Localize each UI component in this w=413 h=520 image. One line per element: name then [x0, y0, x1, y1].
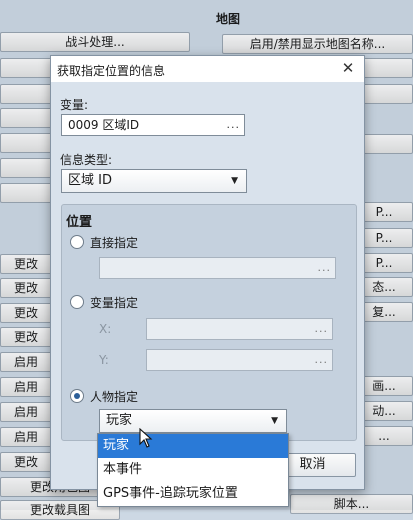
variable-specify-radio[interactable] [70, 295, 84, 309]
dialog-title: 获取指定位置的信息 [57, 64, 166, 78]
mouse-cursor-icon [139, 428, 153, 448]
character-specify-label: 人物指定 [90, 390, 139, 404]
variable-specify-label: 变量指定 [90, 296, 139, 310]
info-type-value: 区域 ID [68, 173, 112, 188]
position-group: 位置 直接指定 ... 变量指定 X: ... Y: ... 人物指定 玩家 ▼ [61, 204, 357, 441]
dropdown-option-player[interactable]: 玩家 [98, 434, 288, 458]
y-label: Y: [99, 353, 109, 367]
x-label: X: [99, 322, 112, 336]
direct-location-field: ... [99, 257, 336, 279]
get-location-info-dialog: 获取指定位置的信息 ✕ 变量: 0009 区域ID ... 信息类型: 区域 I… [50, 55, 365, 507]
direct-browse-icon: ... [317, 261, 331, 274]
y-variable-field: ... [146, 349, 333, 371]
variable-value: 0009 区域ID [68, 118, 140, 132]
chevron-down-icon: ▼ [231, 176, 238, 186]
x-variable-field: ... [146, 318, 333, 340]
variable-browse-icon[interactable]: ... [227, 115, 241, 135]
character-specify-radio[interactable] [70, 389, 84, 403]
chevron-down-icon: ▼ [271, 416, 278, 426]
character-dropdown-list: 玩家 本事件 GPS事件-追踪玩家位置 [97, 433, 289, 507]
dropdown-option-gps-event[interactable]: GPS事件-追踪玩家位置 [98, 482, 288, 506]
direct-specify-radio[interactable] [70, 235, 84, 249]
info-type-select[interactable]: 区域 ID ▼ [61, 169, 247, 193]
y-browse-icon: ... [314, 353, 328, 366]
position-group-title: 位置 [66, 215, 93, 230]
character-select-value: 玩家 [106, 413, 133, 428]
character-select[interactable]: 玩家 ▼ [99, 409, 287, 433]
info-type-label: 信息类型: [60, 153, 113, 167]
variable-label: 变量: [60, 98, 89, 112]
close-icon[interactable]: ✕ [338, 58, 358, 78]
variable-field[interactable]: 0009 区域ID ... [61, 114, 245, 136]
dialog-titlebar: 获取指定位置的信息 ✕ [51, 56, 364, 82]
direct-specify-label: 直接指定 [90, 236, 139, 250]
dropdown-option-this-event[interactable]: 本事件 [98, 458, 288, 482]
x-browse-icon: ... [314, 322, 328, 335]
